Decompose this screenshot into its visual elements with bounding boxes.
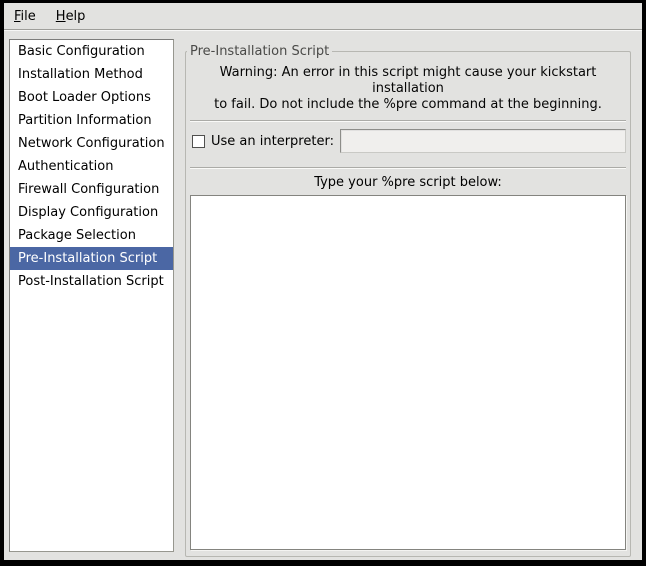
pre-installation-panel: Pre-Installation Script Warning: An erro… — [185, 39, 631, 559]
pre-installation-frame: Pre-Installation Script Warning: An erro… — [185, 51, 631, 557]
menu-help[interactable]: Help — [49, 6, 93, 27]
frame-title: Pre-Installation Script — [187, 43, 332, 60]
use-interpreter-checkbox[interactable] — [192, 135, 205, 148]
sidebar-item-authentication[interactable]: Authentication — [10, 155, 173, 178]
sidebar-item-post-installation-script[interactable]: Post-Installation Script — [10, 270, 173, 293]
warning-line-2: to fail. Do not include the %pre command… — [189, 97, 627, 113]
main-area: Basic Configuration Installation Method … — [4, 31, 642, 559]
interpreter-input[interactable] — [340, 129, 626, 153]
sidebar-item-partition-information[interactable]: Partition Information — [10, 109, 173, 132]
warning-text: Warning: An error in this script might c… — [189, 65, 627, 113]
sidebar-item-installation-method[interactable]: Installation Method — [10, 63, 173, 86]
menu-file[interactable]: File — [7, 6, 43, 27]
sidebar-item-network-configuration[interactable]: Network Configuration — [10, 132, 173, 155]
interpreter-row: Use an interpreter: — [190, 129, 626, 153]
sidebar-item-package-selection[interactable]: Package Selection — [10, 224, 173, 247]
sidebar-item-pre-installation-script[interactable]: Pre-Installation Script — [10, 247, 173, 270]
use-interpreter-label: Use an interpreter: — [211, 134, 334, 149]
separator-top — [190, 120, 626, 122]
separator-bottom — [190, 167, 626, 169]
kickstart-configurator-window: File Help Basic Configuration Installati… — [0, 0, 646, 566]
menubar: File Help — [4, 3, 642, 30]
section-list: Basic Configuration Installation Method … — [9, 39, 174, 552]
pre-script-textarea[interactable] — [190, 195, 626, 550]
sidebar-item-boot-loader-options[interactable]: Boot Loader Options — [10, 86, 173, 109]
sidebar-item-display-configuration[interactable]: Display Configuration — [10, 201, 173, 224]
script-instruction-label: Type your %pre script below: — [189, 175, 627, 190]
sidebar-item-basic-configuration[interactable]: Basic Configuration — [10, 40, 173, 63]
warning-line-1: Warning: An error in this script might c… — [189, 65, 627, 97]
sidebar-item-firewall-configuration[interactable]: Firewall Configuration — [10, 178, 173, 201]
